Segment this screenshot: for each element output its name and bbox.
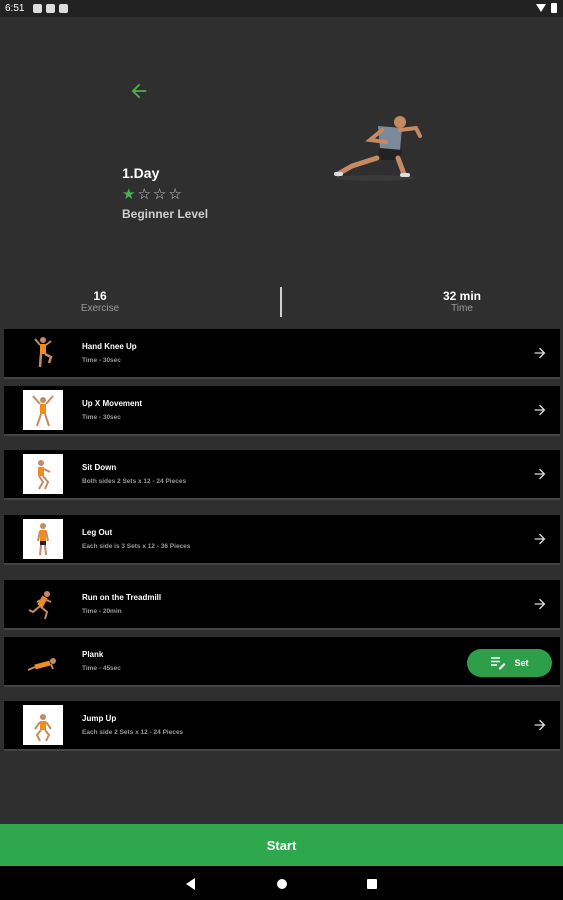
battery-icon bbox=[551, 3, 557, 13]
exercise-thumbnail bbox=[34, 337, 53, 368]
wifi-icon bbox=[536, 4, 546, 12]
exercise-name: Sit Down bbox=[82, 463, 117, 472]
exercise-name: Run on the Treadmill bbox=[82, 593, 162, 602]
exercise-detail: Each side 2 Sets x 12 - 24 Pieces bbox=[82, 729, 184, 736]
status-bar: 6:51 bbox=[0, 0, 563, 17]
duration-value: 32 min bbox=[442, 289, 481, 303]
exercise-name: Hand Knee Up bbox=[82, 342, 137, 351]
arrow-right-icon[interactable] bbox=[532, 717, 548, 733]
star-empty-icon: ☆ bbox=[137, 186, 151, 203]
exercise-name: Plank bbox=[82, 650, 104, 659]
stats-divider bbox=[280, 287, 282, 317]
notification-icons bbox=[33, 4, 68, 13]
status-time: 6:51 bbox=[5, 3, 25, 14]
exercise-name: Up X Movement bbox=[82, 399, 143, 408]
arrow-right-icon[interactable] bbox=[532, 596, 548, 612]
exercise-row-leg-out[interactable]: Leg Out Each side is 3 Sets x 12 - 36 Pi… bbox=[4, 515, 560, 565]
duration-stat: 32 min Time bbox=[412, 289, 512, 314]
exercise-detail: Both sides 2 Sets x 12 - 24 Pieces bbox=[82, 478, 187, 485]
star-empty-icon: ☆ bbox=[168, 186, 182, 203]
system-nav-bar bbox=[0, 866, 563, 900]
difficulty-rating: ★ ☆ ☆ ☆ bbox=[122, 187, 182, 202]
exercise-detail: Time - 30sec bbox=[82, 414, 121, 421]
level-label: Beginner Level bbox=[122, 207, 209, 221]
exercise-row-run-on-the-treadmill[interactable]: Run on the Treadmill Time - 20min bbox=[4, 580, 560, 630]
exercise-row-up-x-movement[interactable]: Up X Movement Time - 30sec bbox=[4, 386, 560, 436]
exercise-thumbnail bbox=[23, 705, 63, 745]
day-title: 1.Day bbox=[122, 165, 160, 181]
arrow-right-icon[interactable] bbox=[532, 531, 548, 547]
exercise-thumbnail bbox=[23, 454, 63, 494]
arrow-right-icon[interactable] bbox=[532, 466, 548, 482]
exercise-thumbnail bbox=[23, 390, 63, 430]
nav-home-icon[interactable] bbox=[277, 879, 287, 889]
set-button-label: Set bbox=[514, 658, 529, 668]
start-button[interactable]: Start bbox=[0, 824, 563, 866]
exercise-row-jump-up[interactable]: Jump Up Each side 2 Sets x 12 - 24 Piece… bbox=[4, 701, 560, 751]
back-arrow-icon[interactable] bbox=[128, 80, 150, 102]
exercise-thumbnail bbox=[28, 591, 52, 620]
star-filled-icon: ★ bbox=[122, 186, 136, 203]
exercise-detail: Time - 30sec bbox=[82, 357, 121, 364]
exercise-detail: Time - 20min bbox=[82, 608, 122, 615]
notification-icon bbox=[33, 4, 42, 13]
exercise-count-stat: 16 Exercise bbox=[50, 289, 150, 314]
exercise-name: Jump Up bbox=[82, 714, 117, 723]
exercise-thumbnail bbox=[27, 658, 56, 671]
exercise-row-sit-down[interactable]: Sit Down Both sides 2 Sets x 12 - 24 Pie… bbox=[4, 450, 560, 500]
arrow-right-icon[interactable] bbox=[532, 402, 548, 418]
exercise-name: Leg Out bbox=[82, 528, 113, 537]
arrow-right-icon[interactable] bbox=[532, 345, 548, 361]
duration-label: Time bbox=[451, 303, 473, 314]
exercise-detail: Time - 45sec bbox=[82, 665, 121, 672]
nav-recents-icon[interactable] bbox=[367, 879, 377, 889]
exercise-row-plank[interactable]: Plank Time - 45sec Set bbox=[4, 637, 560, 687]
exercise-thumbnail bbox=[23, 519, 63, 559]
workout-hero-image bbox=[334, 116, 422, 181]
nav-back-icon[interactable] bbox=[186, 878, 195, 890]
exercise-count-label: Exercise bbox=[80, 303, 120, 314]
system-icons bbox=[536, 3, 557, 13]
notification-icon bbox=[59, 4, 68, 13]
star-empty-icon: ☆ bbox=[152, 186, 167, 203]
set-button[interactable]: Set bbox=[467, 649, 552, 677]
exercise-detail: Each side is 3 Sets x 12 - 36 Pieces bbox=[82, 543, 191, 550]
notification-icon bbox=[46, 4, 55, 13]
edit-list-icon bbox=[491, 657, 506, 670]
exercise-row-hand-knee-up[interactable]: Hand Knee Up Time - 30sec bbox=[4, 329, 560, 379]
exercise-count: 16 bbox=[93, 289, 107, 303]
